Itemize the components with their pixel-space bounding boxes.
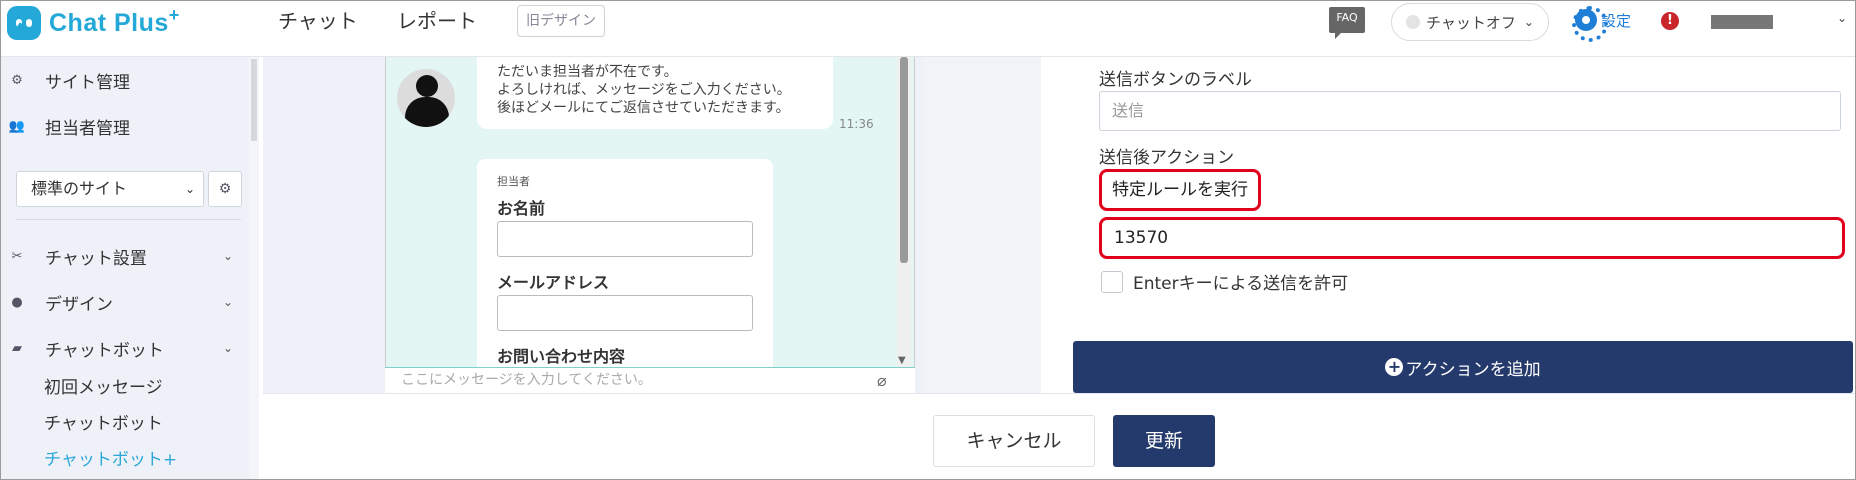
sidebar-item-label: サイト管理: [45, 72, 130, 93]
add-action-button[interactable]: + アクションを追加: [1073, 341, 1853, 393]
tools-icon: ✂: [11, 248, 23, 264]
sidebar-item-agent-management[interactable]: 👥 担当者管理: [1, 111, 130, 141]
form-caption: 担当者: [497, 175, 530, 188]
message-time: 11:36: [839, 117, 874, 131]
gear-icon: [1572, 6, 1608, 42]
form-label-name: お名前: [497, 199, 546, 218]
sidebar-item-label: チャット設置: [45, 248, 147, 269]
message-line: よろしければ、メッセージをご入力ください。: [497, 82, 791, 98]
scroll-down-arrow-icon[interactable]: ▼: [898, 355, 906, 366]
chevron-down-icon: ⌄: [223, 341, 234, 355]
chat-plus-logo-icon: [7, 6, 41, 40]
user-menu[interactable]: [1711, 15, 1773, 29]
settings-button[interactable]: 設定: [1572, 6, 1631, 42]
chevron-down-icon: ⌄: [223, 295, 234, 309]
old-design-button[interactable]: 旧デザイン: [517, 5, 605, 37]
sidebar-item-label: 担当者管理: [45, 118, 130, 139]
chevron-down-icon[interactable]: ⌄: [1837, 11, 1847, 25]
sidebar-scrollbar[interactable]: [249, 57, 259, 479]
faq-icon[interactable]: FAQ: [1329, 7, 1365, 39]
chat-icon: ▰: [12, 340, 22, 356]
sidebar-subitem-chatbot[interactable]: チャットボット: [44, 409, 163, 434]
update-button[interactable]: 更新: [1113, 415, 1215, 467]
status-dot-icon: [1406, 15, 1420, 29]
nav-report[interactable]: レポート: [397, 1, 477, 41]
sidebar-item-site-management[interactable]: ⚙ サイト管理: [1, 65, 130, 95]
form-label-email: メールアドレス: [497, 273, 610, 292]
email-field[interactable]: [497, 295, 753, 331]
cancel-button[interactable]: キャンセル: [933, 415, 1095, 467]
after-send-action-title: 送信後アクション: [1099, 148, 1235, 168]
absence-message-bubble: ただいま担当者が不在です。 よろしければ、メッセージをご入力ください。 後ほどメ…: [477, 57, 833, 129]
enter-key-send-checkbox-row[interactable]: Enterキーによる送信を許可: [1101, 269, 1348, 294]
chevron-down-icon: ⌄: [1523, 15, 1534, 29]
plus-icon: +: [1385, 358, 1404, 376]
sidebar-item-chatbot[interactable]: ▰ チャットボット ⌄: [1, 333, 249, 363]
chevron-down-icon: ⌄: [223, 249, 234, 263]
sidebar-item-chat-install[interactable]: ✂ チャット設置 ⌄: [1, 241, 249, 271]
chat-message-input[interactable]: ここにメッセージを入力してください。: [385, 367, 915, 393]
top-header: Chat Plus+ チャット レポート 旧デザイン FAQ チャットオフ ⌄ …: [1, 1, 1855, 57]
enter-key-label: Enterキーによる送信を許可: [1133, 274, 1349, 294]
agent-avatar: [397, 69, 455, 127]
enter-key-checkbox[interactable]: [1101, 270, 1123, 293]
sidebar-item-design[interactable]: ● デザイン ⌄: [1, 287, 249, 317]
form-label-inquiry: お問い合わせ内容: [497, 347, 626, 366]
logo-text: Chat Plus+: [49, 4, 180, 37]
paperclip-icon[interactable]: ⌀: [877, 371, 887, 390]
send-button-label-input[interactable]: 送信: [1099, 91, 1841, 131]
sidebar-subitem-chatbot-plus[interactable]: チャットボット+: [44, 445, 177, 470]
message-line: ただいま担当者が不在です。: [497, 64, 678, 80]
sidebar-item-label: チャットボット: [45, 340, 164, 361]
site-settings-gear-icon[interactable]: ⚙: [208, 171, 242, 207]
site-select[interactable]: 標準のサイト ⌄: [16, 171, 204, 207]
chat-status-label: チャットオフ: [1426, 13, 1516, 32]
chat-widget-scrollbar[interactable]: ▼: [897, 57, 911, 367]
app-window: Chat Plus+ チャット レポート 旧デザイン FAQ チャットオフ ⌄ …: [0, 0, 1856, 480]
after-send-action-select[interactable]: 特定ルールを実行: [1099, 169, 1261, 211]
rule-id-input[interactable]: 13570: [1099, 217, 1845, 259]
sidebar-item-label: デザイン: [45, 294, 113, 315]
sidebar-subitem-first-message[interactable]: 初回メッセージ: [44, 373, 163, 398]
alert-icon[interactable]: !: [1661, 12, 1679, 30]
divider: [16, 219, 241, 220]
send-button-label-title: 送信ボタンのラベル: [1099, 70, 1252, 90]
chevron-down-icon: ⌄: [184, 182, 195, 196]
settings-gutter: [923, 57, 1041, 393]
gear-icon: ⚙: [11, 72, 23, 88]
message-line: 後ほどメールにてご返信させていただきます。: [497, 100, 790, 116]
add-action-label: アクションを追加: [1405, 359, 1541, 380]
chat-status-dropdown[interactable]: チャットオフ ⌄: [1391, 3, 1549, 41]
logo[interactable]: Chat Plus+: [7, 3, 180, 43]
users-icon: 👥: [8, 118, 26, 134]
palette-icon: ●: [11, 294, 23, 310]
nav-chat[interactable]: チャット: [278, 1, 358, 41]
name-field[interactable]: [497, 221, 753, 257]
